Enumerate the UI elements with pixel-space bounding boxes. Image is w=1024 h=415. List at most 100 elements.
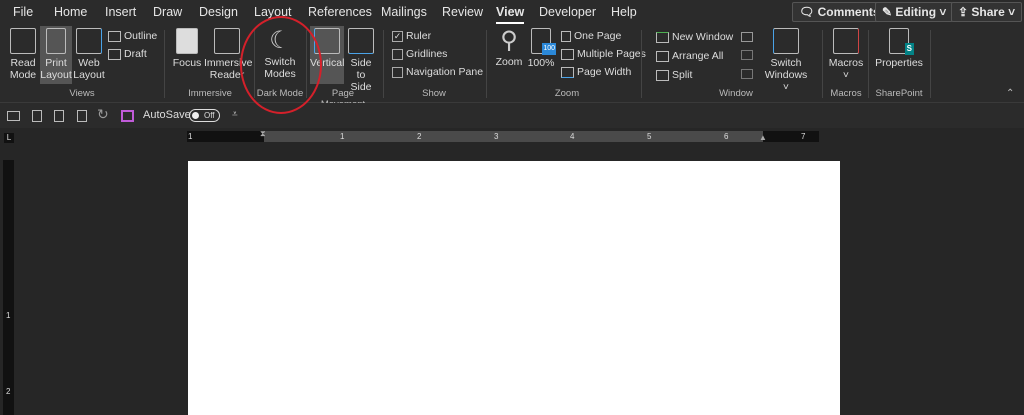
ribbon: Read Mode Print Layout Web Layout Outlin… xyxy=(0,26,1024,110)
highlight-circle-annotation xyxy=(240,16,322,114)
print-layout-button[interactable]: Print Layout xyxy=(40,26,72,84)
redo-icon[interactable]: ↻ xyxy=(97,106,109,123)
side-to-side-button[interactable]: Side to Side xyxy=(345,26,377,93)
pencil-icon: ✎ xyxy=(882,5,896,19)
gridlines-checkbox[interactable]: Gridlines xyxy=(392,48,447,60)
share-icon: ⇪ xyxy=(958,5,972,19)
divider xyxy=(486,30,487,98)
checkbox-box xyxy=(392,66,403,78)
outline-button[interactable]: Outline xyxy=(108,30,157,42)
collapse-ribbon-icon[interactable]: ⌃ xyxy=(1006,88,1014,99)
ruler-number: 1 xyxy=(188,132,193,141)
indent-marker-icon[interactable]: ⧗ xyxy=(260,129,266,139)
tab-home[interactable]: Home xyxy=(54,5,87,19)
horizontal-ruler[interactable]: ⧗ ▲ 1 1 2 3 4 5 6 7 xyxy=(187,129,819,142)
tab-stop-selector-icon[interactable]: L xyxy=(4,133,14,143)
divider xyxy=(868,30,869,98)
page-width-icon xyxy=(561,66,574,78)
tab-mailings[interactable]: Mailings xyxy=(381,5,427,19)
split-button[interactable]: Split xyxy=(656,69,692,81)
tab-design[interactable]: Design xyxy=(199,5,238,19)
contact-card-icon[interactable] xyxy=(54,110,64,122)
multiple-pages-icon xyxy=(561,48,574,60)
divider xyxy=(383,30,384,98)
arrange-all-icon xyxy=(656,50,669,62)
group-label-views: Views xyxy=(69,88,95,99)
reset-window-position-icon[interactable] xyxy=(741,69,753,79)
page-width-button[interactable]: Page Width xyxy=(561,66,631,78)
right-indent-icon[interactable]: ▲ xyxy=(759,133,767,142)
read-mode-button[interactable]: Read Mode xyxy=(6,26,40,81)
tab-view[interactable]: View xyxy=(496,5,525,24)
outline-icon xyxy=(108,30,121,42)
tab-developer[interactable]: Developer xyxy=(539,5,596,19)
book-icon xyxy=(10,28,36,54)
tab-review[interactable]: Review xyxy=(442,5,483,19)
ruler-left-margin xyxy=(187,131,264,142)
chevron-down-icon: ˅ xyxy=(1004,5,1016,19)
zoom-button[interactable]: ⚲ Zoom xyxy=(494,26,524,68)
tab-help[interactable]: Help xyxy=(611,5,637,19)
ribbon-tabs: File Home Insert Draw Design Layout Refe… xyxy=(0,0,1024,26)
view-side-by-side-icon[interactable] xyxy=(741,32,753,42)
multiple-pages-button[interactable]: Multiple Pages xyxy=(561,48,646,60)
one-page-button[interactable]: One Page xyxy=(561,30,621,42)
draft-button[interactable]: Draft xyxy=(108,48,147,60)
tab-references[interactable]: References xyxy=(308,5,372,19)
save-icon[interactable] xyxy=(121,110,134,122)
navigation-pane-checkbox[interactable]: Navigation Pane xyxy=(392,66,483,78)
share-button[interactable]: ⇪ Share ˅ xyxy=(951,2,1023,22)
toggle-knob xyxy=(192,112,199,119)
divider xyxy=(930,30,931,98)
autosave-label: AutoSave xyxy=(143,109,191,121)
focus-button[interactable]: Focus xyxy=(172,26,202,69)
ruler-right-margin xyxy=(763,131,819,142)
macros-button[interactable]: Macros ˅ xyxy=(828,26,864,81)
page-100-icon: 100 xyxy=(531,28,556,55)
chevron-down-icon: ˅ xyxy=(936,5,947,19)
properties-button[interactable]: S Properties xyxy=(874,26,924,69)
new-window-button[interactable]: New Window xyxy=(656,31,733,43)
ruler-checkbox[interactable]: ✓ Ruler xyxy=(392,30,431,42)
new-document-icon[interactable] xyxy=(32,110,42,122)
document-page[interactable] xyxy=(188,161,840,415)
switch-windows-icon xyxy=(773,28,799,54)
ruler-number: 3 xyxy=(494,132,499,141)
synchronous-scrolling-icon[interactable] xyxy=(741,50,753,60)
draft-icon xyxy=(108,48,121,60)
ruler-number: 2 xyxy=(417,132,422,141)
autosave-toggle[interactable]: Off xyxy=(189,109,220,122)
vertical-ruler[interactable]: 1 2 xyxy=(3,160,14,415)
tab-draw[interactable]: Draw xyxy=(153,5,182,19)
arrange-all-button[interactable]: Arrange All xyxy=(656,50,723,62)
group-label-immersive: Immersive xyxy=(188,88,232,99)
divider xyxy=(822,30,823,98)
checkmark-icon: ✓ xyxy=(392,30,403,42)
group-label-sharepoint: SharePoint xyxy=(875,88,923,99)
tab-insert[interactable]: Insert xyxy=(105,5,136,19)
comment-icon: 🗨 xyxy=(799,5,818,19)
open-folder-icon[interactable] xyxy=(7,111,20,121)
print-preview-icon[interactable] xyxy=(77,110,87,122)
zoom-100-button[interactable]: 100 100% xyxy=(527,26,556,69)
switch-windows-button[interactable]: Switch Windows ˅ xyxy=(762,26,810,93)
group-label-show: Show xyxy=(422,88,446,99)
split-icon xyxy=(656,69,669,81)
ruler-number: 5 xyxy=(647,132,652,141)
web-layout-button[interactable]: Web Layout xyxy=(73,26,105,81)
side-to-side-icon xyxy=(348,28,374,54)
group-label-macros: Macros xyxy=(830,88,862,99)
new-window-icon xyxy=(656,31,669,43)
ruler-number: 1 xyxy=(6,311,11,320)
comments-button[interactable]: 🗨 Comments xyxy=(792,2,887,22)
checkbox-box xyxy=(392,48,403,60)
tab-file[interactable]: File xyxy=(13,5,33,19)
group-label-zoom: Zoom xyxy=(554,88,580,99)
ruler-number: 7 xyxy=(801,132,806,141)
properties-icon: S xyxy=(889,28,914,55)
page-icon xyxy=(46,28,66,54)
customize-toolbar-icon[interactable]: ⩡ xyxy=(232,109,238,120)
editing-button[interactable]: ✎ Editing ˅ xyxy=(875,2,954,22)
divider xyxy=(641,30,642,98)
ruler-number: 4 xyxy=(570,132,575,141)
